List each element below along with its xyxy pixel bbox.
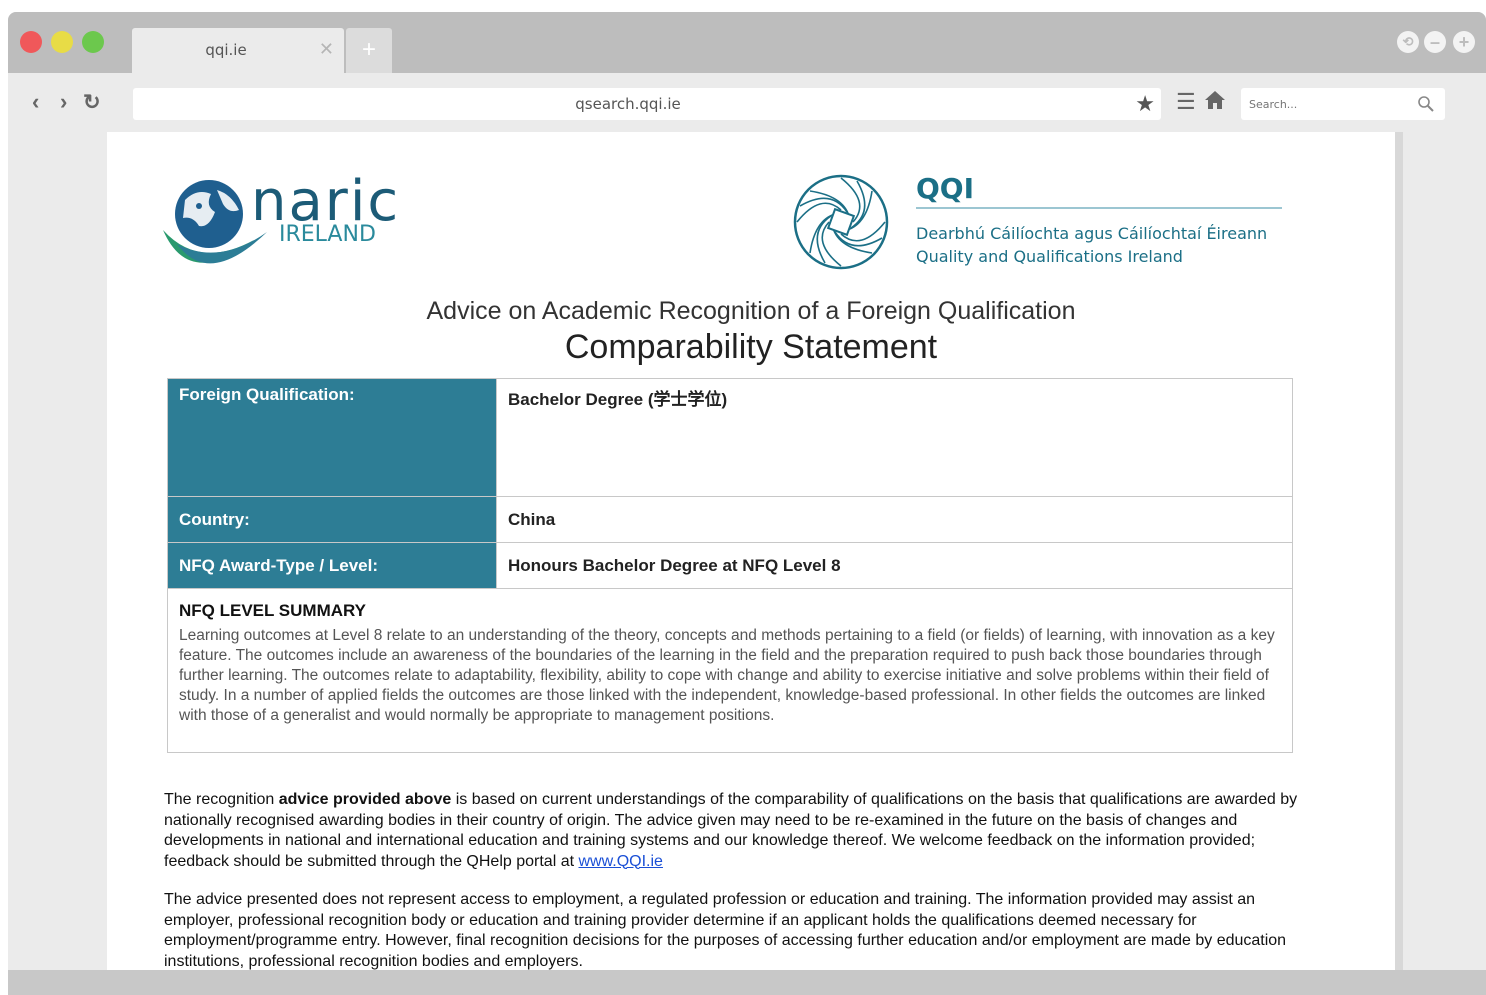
tab-close-icon[interactable]: ✕: [319, 39, 334, 60]
new-tab-button[interactable]: +: [346, 28, 392, 73]
recognition-paragraph: The recognition advice provided above is…: [164, 790, 1314, 872]
comparability-table: Foreign Qualification: Bachelor Degree (…: [167, 378, 1293, 753]
qqi-website-link[interactable]: www.QQI.ie: [578, 853, 662, 870]
add-icon[interactable]: +: [1453, 31, 1475, 53]
close-window-button[interactable]: [20, 31, 42, 53]
nfq-level-value: Honours Bachelor Degree at NFQ Level 8: [496, 542, 1293, 589]
home-icon[interactable]: [1204, 90, 1226, 116]
qqi-divider: [916, 207, 1282, 209]
back-icon[interactable]: ‹: [32, 89, 39, 115]
qqi-spiral-icon: [793, 174, 889, 270]
table-row: Foreign Qualification: Bachelor Degree (…: [167, 378, 1293, 497]
foreign-qualification-label: Foreign Qualification:: [167, 378, 497, 497]
nfq-summary-heading: NFQ LEVEL SUMMARY: [179, 601, 367, 620]
tab-bar: qqi.ie ✕ + ⟲ – +: [8, 12, 1486, 73]
foreign-qualification-value: Bachelor Degree (学士学位): [496, 378, 1293, 497]
qqi-wordmark: QQI: [916, 172, 975, 205]
para1-bold: advice provided above: [278, 791, 452, 808]
address-bar[interactable]: qsearch.qqi.ie ★: [133, 88, 1161, 120]
url-text: qsearch.qqi.ie: [575, 95, 681, 113]
qqi-logo: QQI Dearbhú Cáilíochta agus Cáilíochtaí …: [791, 172, 1291, 272]
search-box[interactable]: [1241, 88, 1445, 120]
table-row: NFQ LEVEL SUMMARY Learning outcomes at L…: [167, 588, 1293, 753]
plus-icon: +: [361, 36, 376, 63]
browser-window: qqi.ie ✕ + ⟲ – + ‹ › ↻ qsearch.qqi.ie ★ …: [8, 12, 1486, 995]
page-viewport[interactable]: naric IRELAND QQI Dearbhú Cáilíochta agu…: [8, 132, 1486, 970]
document-subtitle: Advice on Academic Recognition of a Fore…: [426, 297, 1076, 325]
menu-icon[interactable]: ☰: [1176, 89, 1196, 115]
table-row: NFQ Award-Type / Level: Honours Bachelor…: [167, 542, 1293, 589]
country-value: China: [496, 496, 1293, 543]
qqi-irish-name: Dearbhú Cáilíochta agus Cáilíochtaí Éire…: [916, 224, 1268, 243]
para1-lead: The recognition: [164, 791, 279, 808]
toolbar: ‹ › ↻ qsearch.qqi.ie ★ ☰: [8, 73, 1486, 131]
tab-active[interactable]: qqi.ie ✕: [132, 28, 344, 73]
nfq-summary-body: Learning outcomes at Level 8 relate to a…: [179, 627, 1275, 724]
nfq-summary-cell: NFQ LEVEL SUMMARY Learning outcomes at L…: [167, 588, 1293, 753]
search-icon[interactable]: [1417, 95, 1435, 113]
disclaimer-paragraph: The advice presented does not represent …: [164, 891, 1287, 970]
search-input[interactable]: [1247, 93, 1411, 115]
naric-ireland-text: IRELAND: [279, 222, 376, 247]
minimize-icon[interactable]: –: [1424, 31, 1446, 53]
forward-icon[interactable]: ›: [60, 89, 67, 115]
tab-title: qqi.ie: [205, 41, 247, 59]
minimize-window-button[interactable]: [51, 31, 73, 53]
naric-logo: naric IRELAND: [159, 170, 399, 282]
scrollbar[interactable]: [1395, 132, 1403, 970]
country-label: Country:: [167, 496, 497, 543]
bookmark-star-icon[interactable]: ★: [1135, 91, 1155, 117]
status-bar: [8, 970, 1486, 995]
document-page: naric IRELAND QQI Dearbhú Cáilíochta agu…: [107, 132, 1395, 970]
nfq-level-label: NFQ Award-Type / Level:: [167, 542, 497, 589]
restore-icon[interactable]: ⟲: [1397, 31, 1419, 53]
qqi-english-name: Quality and Qualifications Ireland: [916, 247, 1183, 266]
document-title: Comparability Statement: [564, 328, 938, 366]
maximize-window-button[interactable]: [82, 31, 104, 53]
table-row: Country: China: [167, 496, 1293, 543]
reload-icon[interactable]: ↻: [83, 90, 101, 115]
